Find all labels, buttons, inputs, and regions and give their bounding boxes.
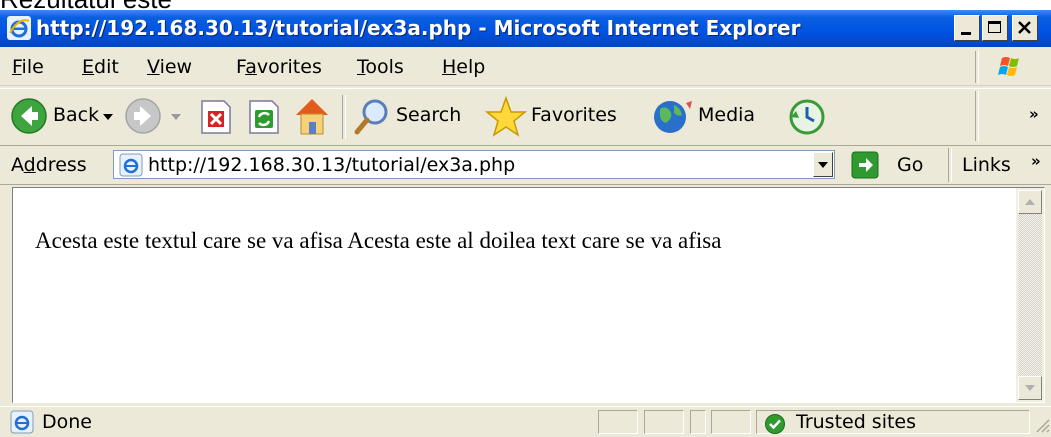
menu-tools[interactable]: Tools (357, 56, 404, 78)
scroll-down-button[interactable] (1018, 376, 1042, 400)
minimize-icon (961, 32, 971, 35)
address-input[interactable]: http://192.168.30.13/tutorial/ex3a.php (113, 150, 835, 179)
toolbar-end-separator (975, 91, 979, 141)
close-icon (1018, 21, 1031, 34)
address-url: http://192.168.30.13/tutorial/ex3a.php (148, 154, 516, 176)
menu-file-rest: ile (21, 56, 44, 78)
back-arrow-icon[interactable] (10, 97, 48, 135)
links-separator (948, 148, 952, 182)
menu-separator (975, 51, 979, 83)
address-label-accel: d (23, 154, 36, 176)
menu-help-rest: elp (456, 56, 486, 78)
scrollbar-track[interactable] (1018, 214, 1042, 376)
stop-icon[interactable] (198, 99, 234, 135)
vertical-scrollbar[interactable] (1016, 188, 1044, 402)
menu-help[interactable]: Help (442, 56, 485, 78)
menu-help-accel: H (442, 56, 457, 78)
chevron-down-icon (818, 162, 828, 168)
menu-view-accel: V (147, 56, 160, 78)
refresh-icon[interactable] (246, 99, 282, 135)
address-label: Address (11, 154, 87, 176)
zone-text: Trusted sites (796, 411, 917, 433)
address-label-rest: dress (35, 154, 87, 176)
menu-favorites-rest: vorites (256, 56, 322, 78)
page-ie-icon (119, 153, 143, 177)
search-button-label[interactable]: Search (396, 104, 461, 126)
menu-favorites-accel: a (245, 56, 257, 78)
favorites-button-label[interactable]: Favorites (531, 104, 617, 126)
address-label-pre: A (11, 154, 24, 176)
media-icon[interactable] (652, 97, 694, 135)
forward-dropdown-icon[interactable] (170, 112, 182, 122)
search-icon[interactable] (353, 97, 391, 137)
windows-logo-icon (990, 53, 1030, 83)
ie-icon (7, 16, 31, 40)
scroll-up-button[interactable] (1018, 190, 1042, 214)
menu-edit-rest: dit (94, 56, 119, 78)
back-dropdown-icon[interactable] (102, 112, 114, 122)
home-icon[interactable] (292, 95, 332, 137)
toolbar-chevron-icon[interactable]: » (1029, 105, 1039, 123)
links-chevron-icon[interactable]: » (1031, 152, 1041, 170)
menu-bar: File Edit View Favorites Tools Help (0, 49, 1051, 86)
chevron-up-icon (1025, 199, 1035, 205)
menu-favorites[interactable]: Favorites (236, 56, 322, 78)
menu-edit[interactable]: Edit (82, 56, 119, 78)
menu-file-accel: F (12, 56, 22, 78)
page-body-text: Acesta este textul care se va afisa Aces… (35, 228, 722, 253)
status-pane (644, 410, 684, 434)
toolbar-separator (342, 95, 346, 139)
menu-tools-rest: ools (365, 56, 404, 78)
window-title: http://192.168.30.13/tutorial/ex3a.php -… (36, 16, 801, 40)
favorites-star-icon[interactable] (485, 96, 527, 138)
resize-grip-icon[interactable] (1034, 417, 1050, 435)
back-button-label[interactable]: Back (53, 104, 99, 126)
media-button-label[interactable]: Media (698, 104, 755, 126)
standard-toolbar: Back Search Favorites Media » (0, 88, 1051, 146)
close-button[interactable] (1012, 15, 1038, 41)
status-pane (690, 410, 706, 434)
chevron-down-icon (1025, 385, 1035, 391)
go-button-label[interactable]: Go (897, 154, 923, 176)
links-label[interactable]: Links (962, 154, 1011, 176)
maximize-icon (988, 21, 1001, 33)
address-dropdown-button[interactable] (813, 152, 833, 177)
maximize-button[interactable] (982, 15, 1008, 41)
menu-file[interactable]: File (12, 56, 44, 78)
go-arrow-icon[interactable] (851, 151, 879, 179)
browser-window: http://192.168.30.13/tutorial/ex3a.php -… (0, 10, 1051, 437)
history-icon[interactable] (787, 97, 827, 137)
menu-favorites-pre: F (236, 56, 246, 78)
status-pane (598, 410, 638, 434)
trusted-sites-icon (765, 414, 785, 434)
page-content: Acesta este textul care se va afisa Aces… (12, 187, 1045, 403)
address-bar: Address http://192.168.30.13/tutorial/ex… (0, 146, 1051, 185)
status-pane (711, 410, 751, 434)
minimize-button[interactable] (954, 15, 980, 41)
menu-view-rest: iew (159, 56, 193, 78)
menu-edit-accel: E (82, 56, 95, 78)
title-bar[interactable]: http://192.168.30.13/tutorial/ex3a.php -… (0, 10, 1051, 47)
status-text: Done (42, 411, 92, 433)
menu-view[interactable]: View (147, 56, 192, 78)
status-bar: Done Trusted sites (0, 406, 1051, 437)
forward-arrow-icon[interactable] (124, 97, 162, 135)
page-done-icon (10, 410, 34, 434)
